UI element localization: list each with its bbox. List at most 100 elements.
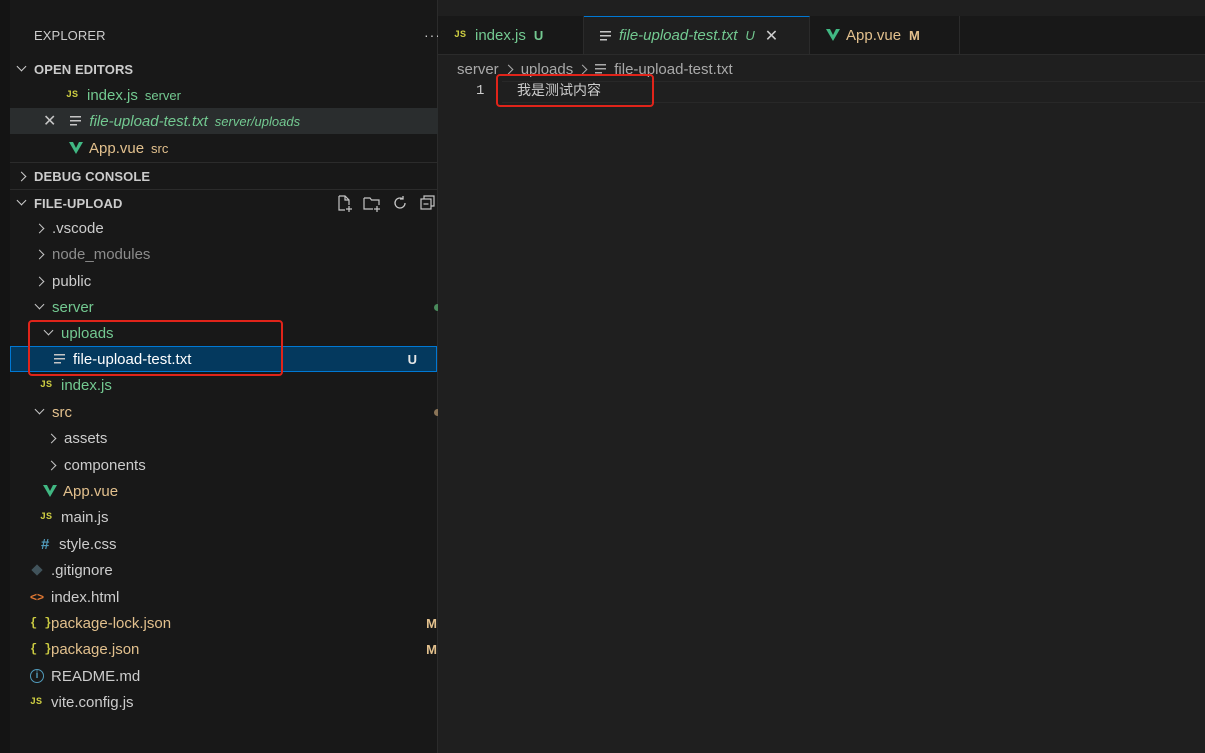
tab-app-vue[interactable]: App.vue M (810, 16, 960, 54)
tree-folder[interactable]: assets (10, 425, 475, 451)
tree-file[interactable]: # style.css (10, 531, 468, 557)
highlight-box-uploads (28, 320, 283, 376)
js-file-icon: JS (40, 379, 53, 391)
tree-folder[interactable]: node_modules (10, 241, 463, 267)
tree-folder-label: node_modules (52, 245, 151, 263)
tree-file-label: README.md (51, 667, 141, 685)
tree-file[interactable]: App.vue M (10, 478, 470, 504)
info-icon: i (30, 669, 44, 683)
text-file-icon (70, 116, 82, 126)
chevron-right-icon (577, 64, 588, 74)
vue-file-icon (826, 29, 840, 41)
new-file-icon[interactable] (335, 194, 353, 212)
chevron-down-icon (34, 404, 45, 415)
tab-index-js[interactable]: JS index.js U (438, 16, 584, 54)
tab-status: M (909, 27, 920, 43)
tab-label: App.vue (846, 26, 902, 44)
tree-file-label: package.json (51, 640, 140, 658)
chevron-down-icon (34, 299, 45, 310)
tree-file[interactable]: { } package.json M (10, 636, 457, 662)
chevron-right-icon (34, 223, 45, 233)
tab-status: U (745, 28, 755, 43)
tree-file[interactable]: <> index.html (10, 584, 457, 610)
activity-bar-edge (0, 0, 10, 753)
chevron-right-icon (46, 460, 57, 470)
tree-file-label: vite.config.js (51, 693, 134, 711)
editor-area: JS index.js U file-upload-test.txt U ✕ A… (438, 0, 1205, 753)
open-editor-item[interactable]: App.vue src M (10, 135, 496, 161)
tab-status: U (533, 27, 544, 43)
tree-folder-label: .vscode (52, 219, 104, 237)
tree-file[interactable]: .gitignore (10, 557, 458, 583)
chevron-right-icon (503, 64, 514, 74)
html-file-icon: <> (30, 590, 45, 604)
collapse-all-icon[interactable] (419, 194, 437, 212)
debug-console-title: DEBUG CONSOLE (34, 168, 151, 184)
new-folder-icon[interactable] (363, 194, 381, 212)
git-status-badge: M (426, 615, 437, 631)
open-editors-title: OPEN EDITORS (34, 61, 134, 77)
json-file-icon: { } (30, 642, 52, 656)
close-icon[interactable]: ✕ (43, 111, 56, 131)
tree-file-label: index.html (51, 588, 120, 606)
tree-folder-server[interactable]: server (10, 294, 463, 320)
explorer-title: EXPLORER (34, 27, 106, 43)
tab-label: file-upload-test.txt (619, 27, 738, 44)
open-editor-desc: server (144, 87, 181, 103)
js-file-icon: JS (454, 29, 467, 41)
js-file-icon: JS (66, 89, 79, 101)
tree-file-label: style.css (59, 535, 117, 553)
project-title: FILE-UPLOAD (34, 195, 123, 211)
tree-file-label: package-lock.json (51, 614, 172, 632)
vue-file-icon (43, 485, 57, 497)
text-file-icon (595, 64, 607, 74)
chevron-right-icon (34, 249, 45, 259)
chevron-down-icon (16, 61, 27, 72)
tree-folder-label: components (64, 456, 146, 474)
open-editor-desc: server/uploads (214, 113, 301, 129)
tree-file-label: App.vue (63, 482, 119, 500)
git-file-icon (31, 564, 43, 576)
tree-folder-label: public (52, 272, 92, 290)
open-editors-header[interactable]: OPEN EDITORS (10, 56, 445, 82)
tree-file[interactable]: JS main.js (10, 504, 467, 530)
tree-file[interactable]: JS vite.config.js (10, 689, 457, 715)
git-status-badge: M (426, 641, 437, 657)
js-file-icon: JS (40, 511, 53, 523)
chevron-right-icon (46, 433, 57, 443)
tree-folder[interactable]: public (10, 268, 463, 294)
tree-file-label: .gitignore (51, 561, 113, 579)
debug-console-header[interactable]: DEBUG CONSOLE (10, 162, 445, 189)
tab-file-upload-test[interactable]: file-upload-test.txt U ✕ (584, 16, 810, 54)
tree-folder[interactable]: .vscode (10, 215, 463, 241)
vue-file-icon (69, 142, 83, 154)
line-number: 1 (476, 83, 485, 99)
open-editor-desc: src (151, 140, 169, 156)
close-icon[interactable]: ✕ (765, 26, 778, 46)
tree-file[interactable]: i README.md (10, 663, 457, 689)
tree-file-label: main.js (61, 508, 109, 526)
chevron-down-icon (16, 195, 27, 206)
explorer-sidebar: EXPLORER ··· OPEN EDITORS JS index.js se… (10, 0, 476, 753)
open-editor-name: index.js (87, 86, 138, 104)
project-header[interactable]: FILE-UPLOAD (10, 189, 445, 216)
tree-folder-label: server (52, 298, 94, 316)
tree-folder-src[interactable]: src (10, 399, 463, 425)
tab-bar: JS index.js U file-upload-test.txt U ✕ A… (438, 16, 1205, 55)
open-editor-name: file-upload-test.txt (89, 112, 208, 130)
json-file-icon: { } (30, 616, 52, 630)
open-editor-item[interactable]: JS index.js server U (10, 82, 493, 108)
js-file-icon: JS (30, 696, 43, 708)
text-file-icon (600, 30, 611, 41)
chevron-right-icon (16, 171, 27, 181)
refresh-icon[interactable] (391, 194, 409, 212)
open-editor-item-active[interactable]: ✕ file-upload-test.txt server/uploads U (10, 108, 470, 134)
git-status-badge: U (407, 351, 417, 367)
explorer-actions (335, 194, 437, 212)
tree-folder[interactable]: components (10, 452, 475, 478)
css-file-icon: # (41, 535, 50, 553)
highlight-box-content (496, 74, 654, 107)
open-editor-name: App.vue (89, 139, 145, 157)
breadcrumb-item[interactable]: server (457, 61, 499, 78)
tree-file[interactable]: { } package-lock.json M (10, 610, 457, 636)
